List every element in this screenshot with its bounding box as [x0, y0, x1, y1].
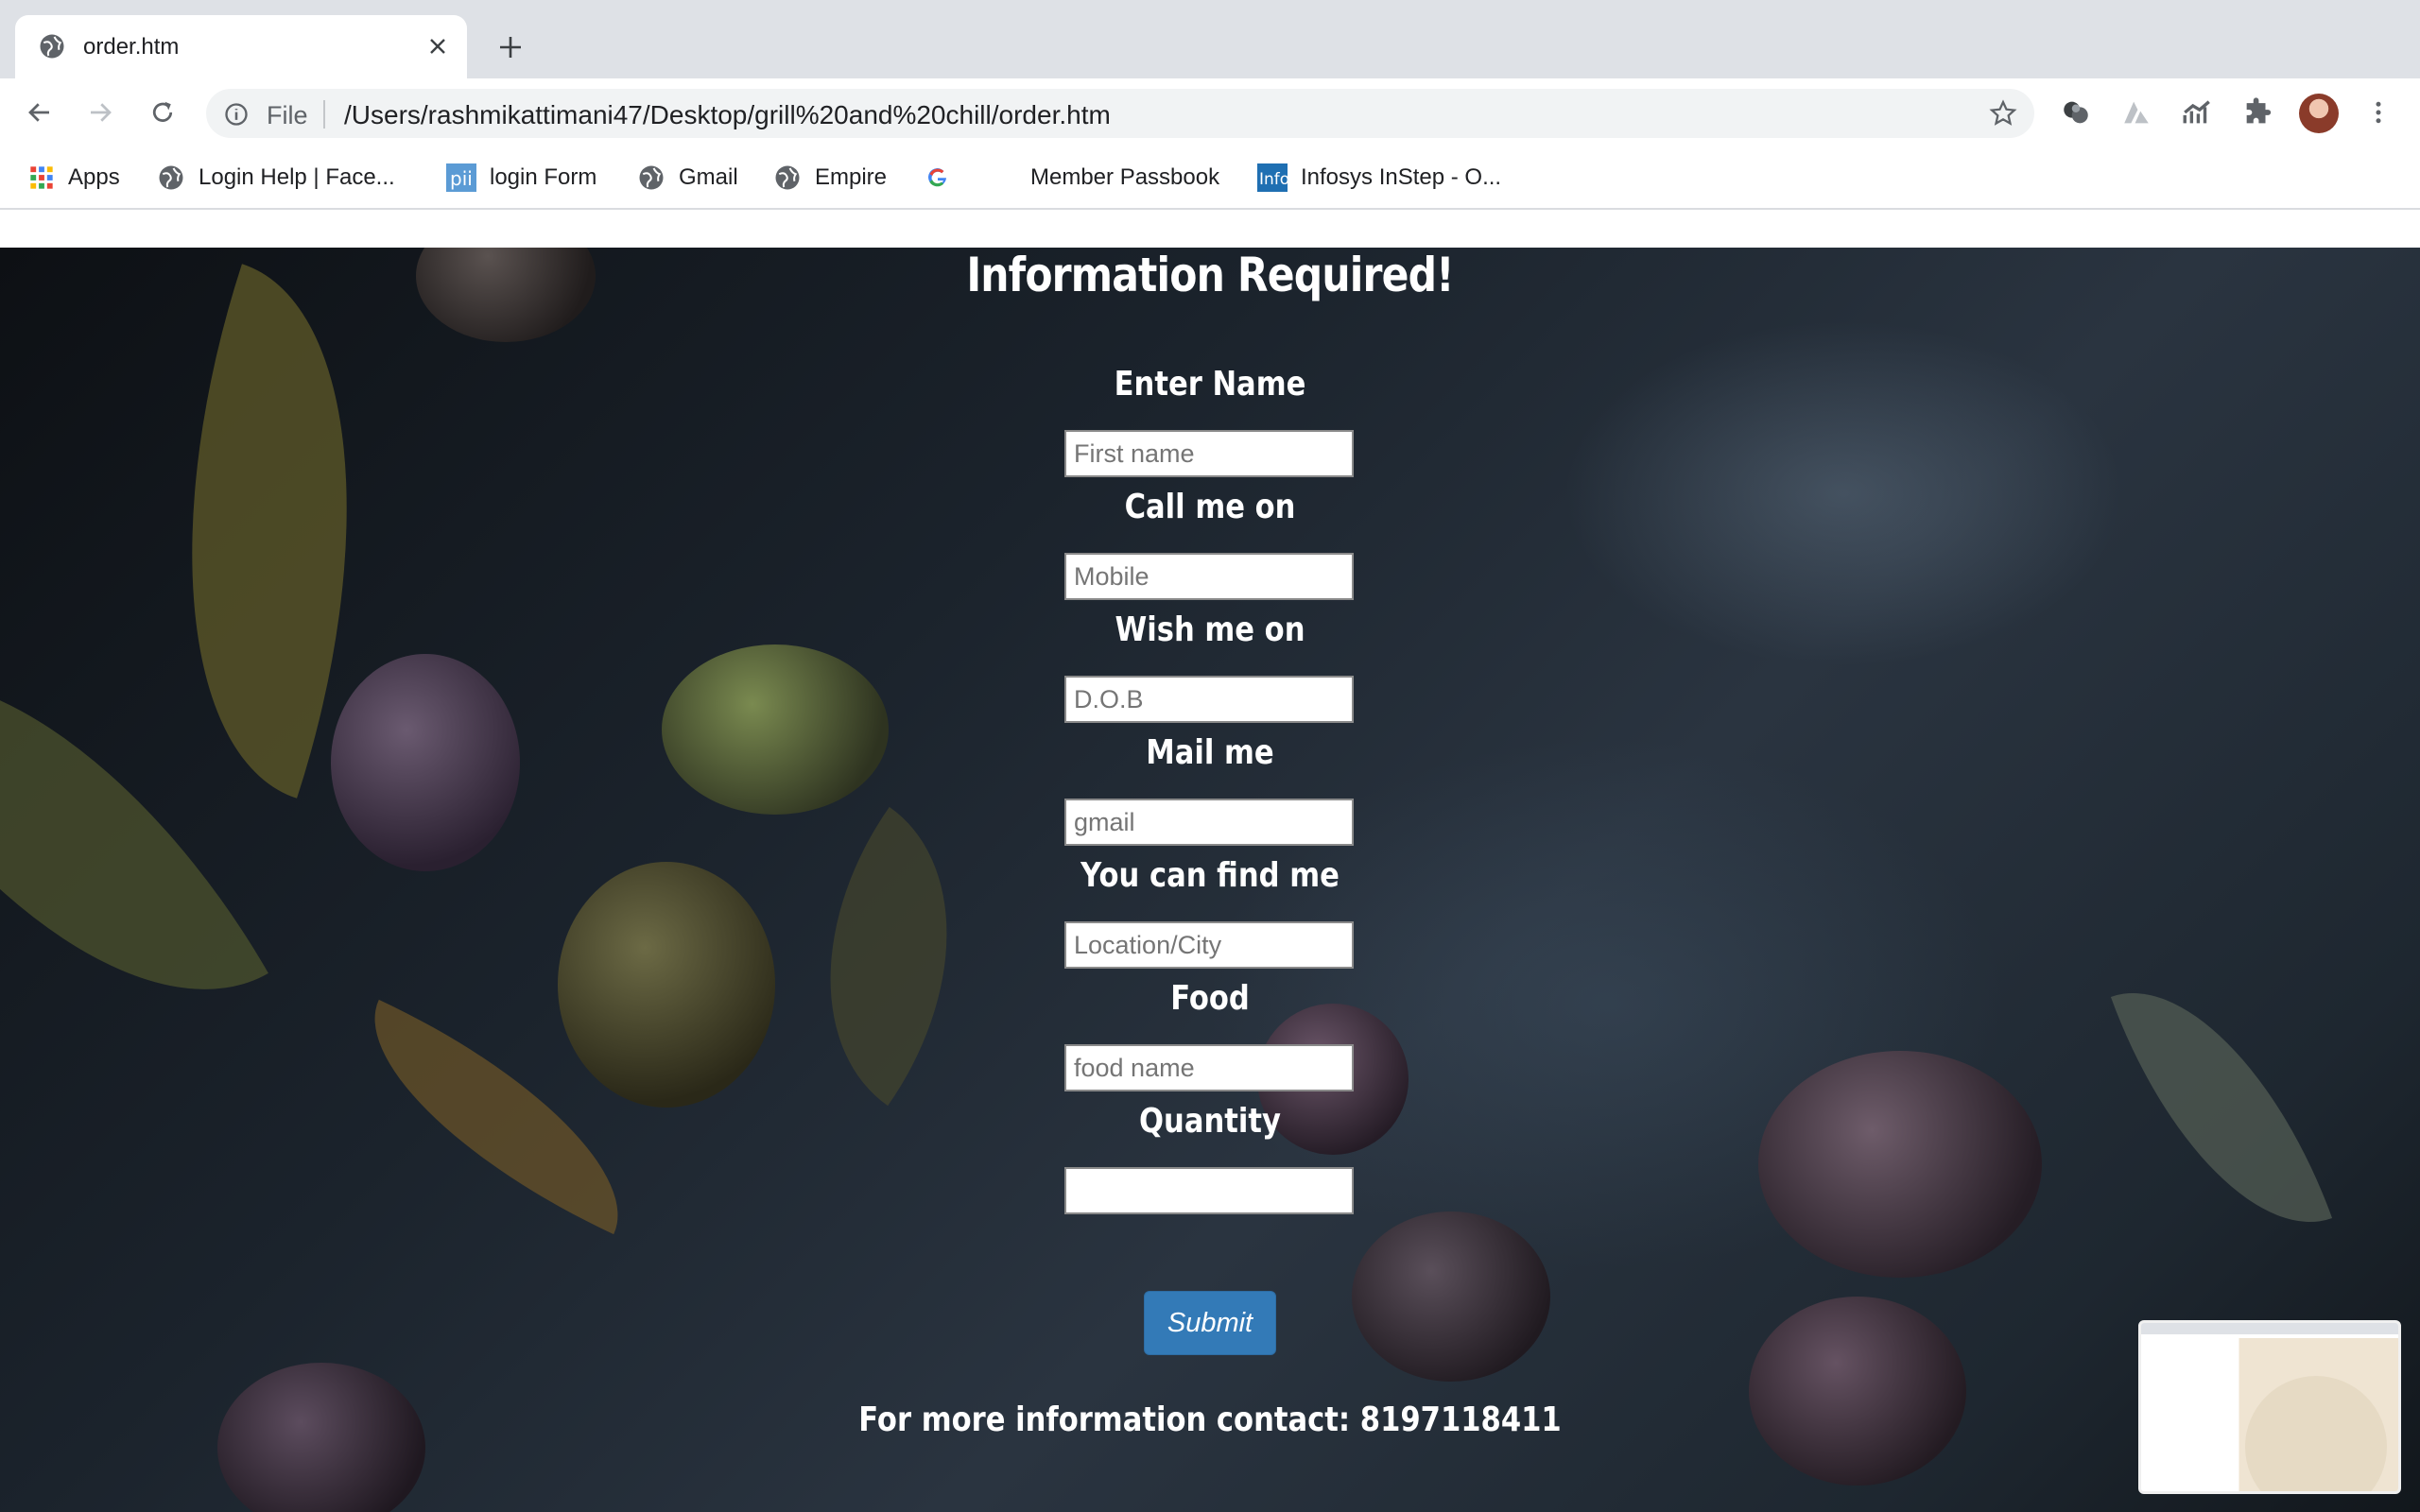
dob-input[interactable]	[1064, 676, 1354, 723]
apps-grid-icon	[28, 164, 55, 191]
globe-icon	[773, 163, 802, 192]
bookmark-label: Gmail	[679, 164, 738, 190]
google-icon	[926, 166, 949, 189]
quantity-input[interactable]	[1064, 1167, 1354, 1214]
profile-avatar[interactable]	[2299, 94, 2339, 133]
thumbnail-content	[2141, 1338, 2398, 1491]
background-avocado	[662, 644, 889, 815]
bookmark-login-help[interactable]: Login Help | Face...	[157, 161, 395, 195]
order-page: Information Required! Enter Name Call me…	[0, 248, 2420, 1512]
info-icon[interactable]	[223, 101, 250, 132]
name-label: Enter Name	[1114, 365, 1306, 404]
bookmark-member-passbook[interactable]: Member Passbook	[1030, 161, 1219, 195]
food-input[interactable]	[1064, 1044, 1354, 1091]
infosys-icon: Info	[1257, 163, 1288, 192]
background-avocado	[1352, 1211, 1550, 1382]
extensions-puzzle-icon[interactable]	[2240, 95, 2274, 129]
globe-icon	[157, 163, 185, 192]
bookmark-infosys[interactable]: Info Infosys InStep - O...	[1257, 161, 1501, 195]
bookmark-label: Member Passbook	[1030, 164, 1220, 190]
bookmark-google[interactable]	[926, 161, 962, 195]
globe-icon	[637, 163, 666, 192]
first-name-input[interactable]	[1064, 430, 1354, 477]
bookmark-label: Apps	[68, 164, 120, 190]
pii-icon: pii	[446, 163, 476, 192]
bookmarks-bar: Apps Login Help | Face... pii login Form…	[0, 147, 2420, 210]
bookmark-login-form[interactable]: pii login Form	[446, 161, 596, 195]
thumbnail-plate	[2245, 1376, 2387, 1491]
svg-text:Info: Info	[1259, 170, 1288, 189]
bookmark-gmail[interactable]: Gmail	[637, 161, 738, 195]
background-leaf	[748, 806, 1029, 1107]
svg-text:pii: pii	[450, 167, 473, 190]
screenshot-thumbnail[interactable]	[2138, 1320, 2401, 1494]
email-label: Mail me	[1146, 733, 1274, 772]
email-input[interactable]	[1064, 799, 1354, 846]
bookmark-label: Login Help | Face...	[199, 164, 395, 190]
tab-strip: order.htm	[0, 0, 2420, 78]
food-label: Food	[1170, 979, 1250, 1018]
back-icon[interactable]	[21, 94, 59, 131]
contact-info: For more information contact: 8197118411	[858, 1400, 1562, 1439]
background-avocado	[1749, 1297, 1966, 1486]
extension-circles-icon[interactable]	[2059, 95, 2093, 129]
dob-label: Wish me on	[1115, 610, 1305, 649]
address-scheme: File	[267, 101, 308, 129]
bookmark-label: Empire	[815, 164, 888, 190]
address-separator	[323, 100, 325, 129]
browser-tab[interactable]: order.htm	[15, 15, 467, 78]
thumbnail-toolbar	[2141, 1323, 2398, 1334]
location-label: You can find me	[1080, 856, 1340, 895]
bookmark-label: login Form	[490, 164, 597, 190]
mobile-label: Call me on	[1124, 488, 1296, 526]
globe-icon	[38, 32, 66, 65]
background-avocado	[1758, 1051, 2042, 1278]
bookmark-label: Infosys InStep - O...	[1301, 164, 1502, 190]
extension-chart-icon[interactable]	[2180, 95, 2214, 129]
new-tab-icon[interactable]	[492, 28, 529, 66]
extension-triangle-icon[interactable]	[2119, 95, 2153, 129]
bookmark-apps[interactable]: Apps	[28, 161, 120, 195]
mobile-input[interactable]	[1064, 553, 1354, 600]
forward-icon[interactable]	[81, 94, 119, 131]
submit-button[interactable]: Submit	[1144, 1291, 1276, 1355]
reload-icon[interactable]	[144, 94, 182, 131]
close-tab-icon[interactable]	[422, 30, 454, 62]
tab-title: order.htm	[83, 34, 180, 60]
quantity-label: Quantity	[1139, 1102, 1281, 1141]
menu-dots-icon[interactable]	[2361, 95, 2395, 129]
address-bar[interactable]: File /Users/rashmikattimani47/Desktop/gr…	[206, 89, 2034, 138]
bookmark-empire[interactable]: Empire	[773, 161, 887, 195]
form-title: Information Required!	[966, 248, 1454, 302]
browser-toolbar: File /Users/rashmikattimani47/Desktop/gr…	[0, 78, 2420, 147]
address-url[interactable]: /Users/rashmikattimani47/Desktop/grill%2…	[344, 100, 1111, 130]
bookmark-star-icon[interactable]	[1989, 99, 2017, 132]
location-input[interactable]	[1064, 921, 1354, 969]
page-top-strip	[0, 210, 2420, 248]
